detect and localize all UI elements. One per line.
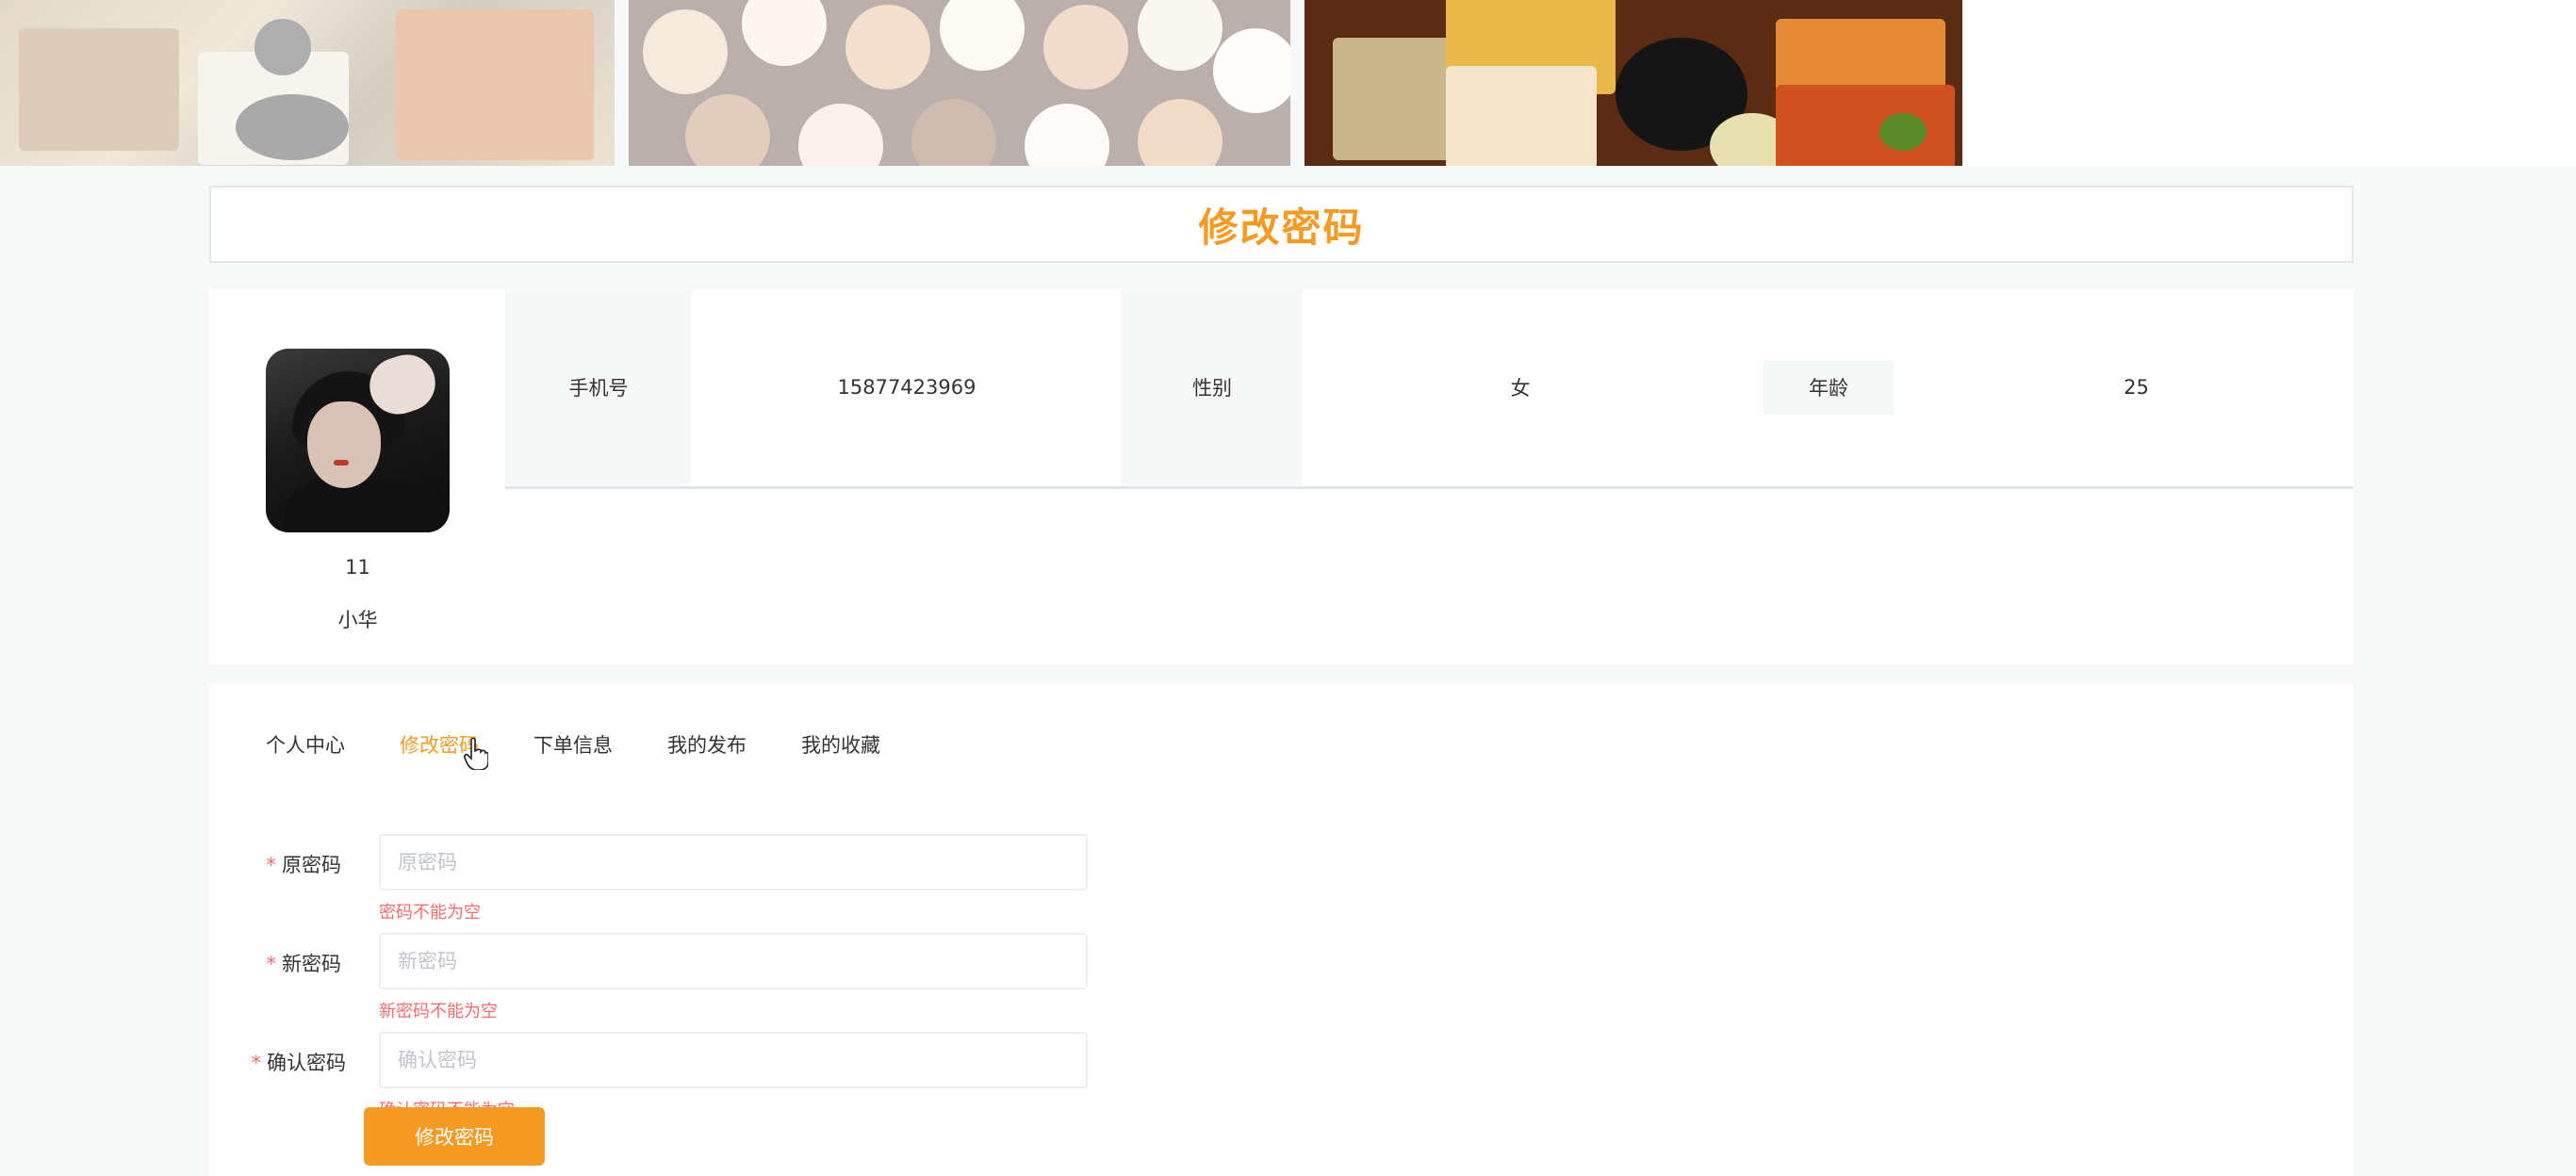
tab-my-favorites[interactable]: 我的收藏 bbox=[801, 730, 880, 759]
old-password-row: * 原密码 密码不能为空 bbox=[209, 834, 1152, 938]
age-label: 年龄 bbox=[1738, 289, 1919, 485]
confirm-password-row: *确认密码 确认密码不能为空 bbox=[209, 1032, 1152, 1135]
page-title-bar: 修改密码 bbox=[209, 186, 2354, 263]
profile-info-row: 手机号 15877423969 性别 女 年龄 25 bbox=[505, 289, 2354, 489]
user-name: 小华 bbox=[337, 609, 378, 631]
age-label-text: 年龄 bbox=[1764, 360, 1894, 415]
tab-orders[interactable]: 下单信息 bbox=[533, 730, 613, 759]
account-panel: 个人中心 修改密码 下单信息 我的发布 我的收藏 * 原密码 密码不能为空 * 新密… bbox=[209, 683, 2354, 1176]
old-password-input[interactable] bbox=[379, 834, 1088, 890]
tab-personal-center[interactable]: 个人中心 bbox=[266, 730, 345, 759]
confirm-password-label: * 确认密码 bbox=[251, 1052, 347, 1074]
hand-pointer-icon bbox=[464, 738, 488, 770]
old-password-error: 密码不能为空 bbox=[379, 903, 481, 923]
page-title: 修改密码 bbox=[1198, 204, 1365, 251]
old-password-label: * 原密码 bbox=[266, 854, 342, 876]
banner-image-1 bbox=[0, 0, 615, 166]
banner-image-2 bbox=[629, 0, 1290, 166]
gender-value: 女 bbox=[1510, 377, 1531, 400]
new-password-input[interactable] bbox=[379, 933, 1088, 989]
age-value: 25 bbox=[2124, 376, 2149, 399]
phone-value: 15877423969 bbox=[837, 376, 976, 399]
phone-label: 手机号 bbox=[505, 289, 692, 485]
banner-image-3 bbox=[1304, 0, 1962, 166]
gender-label: 性别 bbox=[1122, 289, 1303, 485]
new-password-row: * 新密码 新密码不能为空 bbox=[209, 933, 1152, 1037]
change-password-button[interactable]: 修改密码 bbox=[364, 1107, 545, 1166]
new-password-label: * 新密码 bbox=[266, 953, 342, 975]
confirm-password-input[interactable] bbox=[379, 1032, 1088, 1088]
tab-my-posts[interactable]: 我的发布 bbox=[667, 730, 747, 759]
profile-card: 11 小华 手机号 15877423969 性别 女 年龄 25 bbox=[209, 289, 2354, 664]
food-banner bbox=[0, 0, 2576, 166]
new-password-error: 新密码不能为空 bbox=[379, 1002, 498, 1021]
account-tabs: 个人中心 修改密码 下单信息 我的发布 我的收藏 bbox=[266, 730, 935, 759]
avatar bbox=[266, 349, 450, 532]
user-id: 11 bbox=[345, 556, 370, 579]
